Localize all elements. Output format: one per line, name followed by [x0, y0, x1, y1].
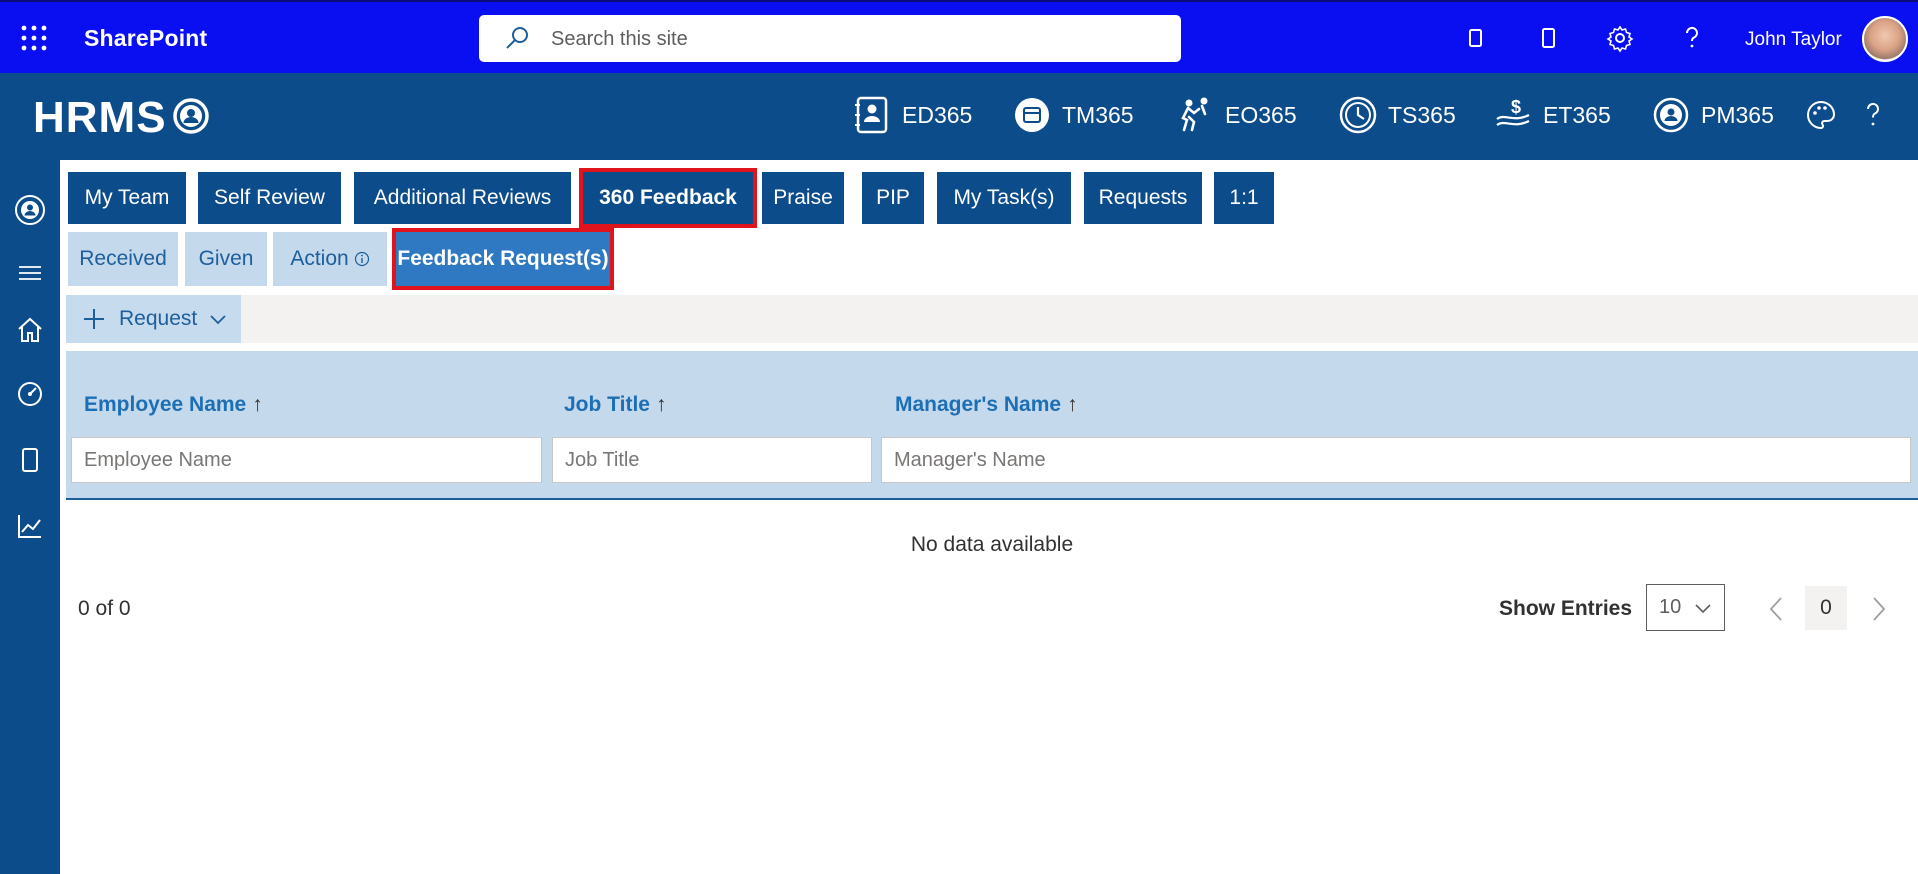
expense-icon: $: [1496, 97, 1530, 126]
app-label: EO365: [1225, 101, 1297, 128]
subtab-given[interactable]: Given: [185, 232, 267, 286]
chevron-left-icon: [1769, 597, 1782, 621]
command-bar: Request: [66, 295, 1918, 343]
entries-value: 10: [1659, 596, 1682, 618]
add-icon: [84, 309, 104, 329]
search-input[interactable]: [549, 23, 1153, 56]
subtab-action-label: Action: [290, 247, 349, 270]
subtab-feedback-requests[interactable]: Feedback Request(s): [392, 228, 614, 290]
subtab-received[interactable]: Received: [68, 232, 178, 286]
employee-name-filter[interactable]: [71, 437, 542, 483]
column-header-managers-name[interactable]: Manager's Name ↑: [895, 393, 1078, 417]
request-button[interactable]: Request: [66, 295, 241, 343]
tab-additional-reviews[interactable]: Additional Reviews: [354, 172, 571, 224]
waffle-icon[interactable]: [20, 24, 48, 52]
document-icon[interactable]: [1459, 22, 1491, 54]
app-tm365[interactable]: TM365: [1012, 93, 1134, 137]
empty-state-text: No data available: [910, 533, 1074, 556]
app-ed365[interactable]: ED365: [852, 93, 972, 137]
tab-360-feedback[interactable]: 360 Feedback: [579, 168, 757, 228]
app-label: TM365: [1062, 101, 1134, 128]
palette-icon[interactable]: [1805, 99, 1837, 131]
app-eo365[interactable]: EO365: [1175, 93, 1297, 137]
document-icon[interactable]: [14, 444, 46, 476]
next-page-button[interactable]: [1867, 594, 1891, 624]
sort-arrow-icon: ↑: [1067, 393, 1078, 416]
app-et365[interactable]: $ ET365: [1493, 93, 1611, 137]
tab-my-tasks[interactable]: My Task(s): [937, 172, 1071, 224]
menu-icon[interactable]: [14, 257, 46, 289]
tablet-icon[interactable]: [1532, 22, 1564, 54]
column-label: Manager's Name: [895, 393, 1062, 416]
tab-requests[interactable]: Requests: [1084, 172, 1202, 224]
help-icon[interactable]: [1857, 99, 1889, 131]
gear-icon[interactable]: [1604, 22, 1636, 54]
help-icon[interactable]: [1676, 22, 1708, 54]
chevron-right-icon: [1873, 597, 1886, 621]
current-page[interactable]: 0: [1805, 586, 1847, 630]
user-avatar[interactable]: [1862, 16, 1908, 62]
employee-directory-icon: [855, 96, 888, 134]
performance-icon: [1653, 97, 1689, 133]
chevron-down-icon: [1695, 604, 1711, 614]
job-title-filter[interactable]: [552, 437, 872, 483]
clock-icon: [1339, 96, 1377, 134]
logo-profile-icon: [172, 97, 210, 135]
sharepoint-title[interactable]: SharePoint: [84, 25, 207, 52]
suite-bar: SharePoint John Taylor: [0, 0, 1918, 73]
chart-icon[interactable]: [14, 510, 46, 542]
record-count: 0 of 0: [78, 597, 131, 620]
tab-one-on-one[interactable]: 1:1: [1214, 172, 1274, 224]
managers-name-filter[interactable]: [881, 437, 1911, 483]
app-label: TS365: [1388, 101, 1456, 128]
column-header-employee-name[interactable]: Employee Name ↑: [84, 393, 263, 417]
app-ts365[interactable]: TS365: [1338, 93, 1456, 137]
search-icon: [505, 26, 529, 50]
profile-icon[interactable]: [14, 194, 46, 226]
sort-arrow-icon: ↑: [252, 393, 263, 416]
app-label: PM365: [1701, 101, 1774, 128]
svg-text:$: $: [1511, 97, 1521, 117]
tab-pip[interactable]: PIP: [862, 172, 924, 224]
app-label: ET365: [1543, 101, 1611, 128]
app-label: ED365: [902, 101, 973, 128]
entries-per-page-select[interactable]: 10: [1646, 584, 1725, 631]
dashboard-icon[interactable]: [14, 378, 46, 410]
calendar-chat-icon: [1015, 98, 1049, 132]
user-name[interactable]: John Taylor: [1745, 29, 1842, 51]
hrms-logo[interactable]: HRMS: [33, 93, 167, 143]
onboarding-icon: [1181, 97, 1208, 132]
info-icon: [354, 251, 369, 267]
site-search-box[interactable]: [479, 15, 1181, 62]
column-header-job-title[interactable]: Job Title ↑: [564, 393, 666, 417]
column-label: Employee Name: [84, 393, 247, 416]
tab-self-review[interactable]: Self Review: [198, 172, 341, 224]
app-pm365[interactable]: PM365: [1651, 93, 1774, 137]
tab-my-team[interactable]: My Team: [68, 172, 186, 224]
request-button-label: Request: [119, 307, 198, 330]
table-header: Employee Name ↑ Job Title ↑ Manager's Name…: [66, 351, 1918, 500]
show-entries-label: Show Entries: [1499, 597, 1633, 620]
app-bar: HRMS ED365 TM365 EO365 TS365 $ ET365 PM3…: [0, 73, 1918, 160]
chevron-down-icon: [210, 315, 226, 325]
subtab-action[interactable]: Action: [273, 232, 387, 286]
previous-page-button[interactable]: [1764, 594, 1788, 624]
home-icon[interactable]: [14, 314, 46, 346]
sort-arrow-icon: ↑: [655, 393, 667, 416]
left-rail: [0, 160, 60, 874]
tab-praise[interactable]: Praise: [762, 172, 844, 224]
column-label: Job Title: [564, 393, 650, 416]
